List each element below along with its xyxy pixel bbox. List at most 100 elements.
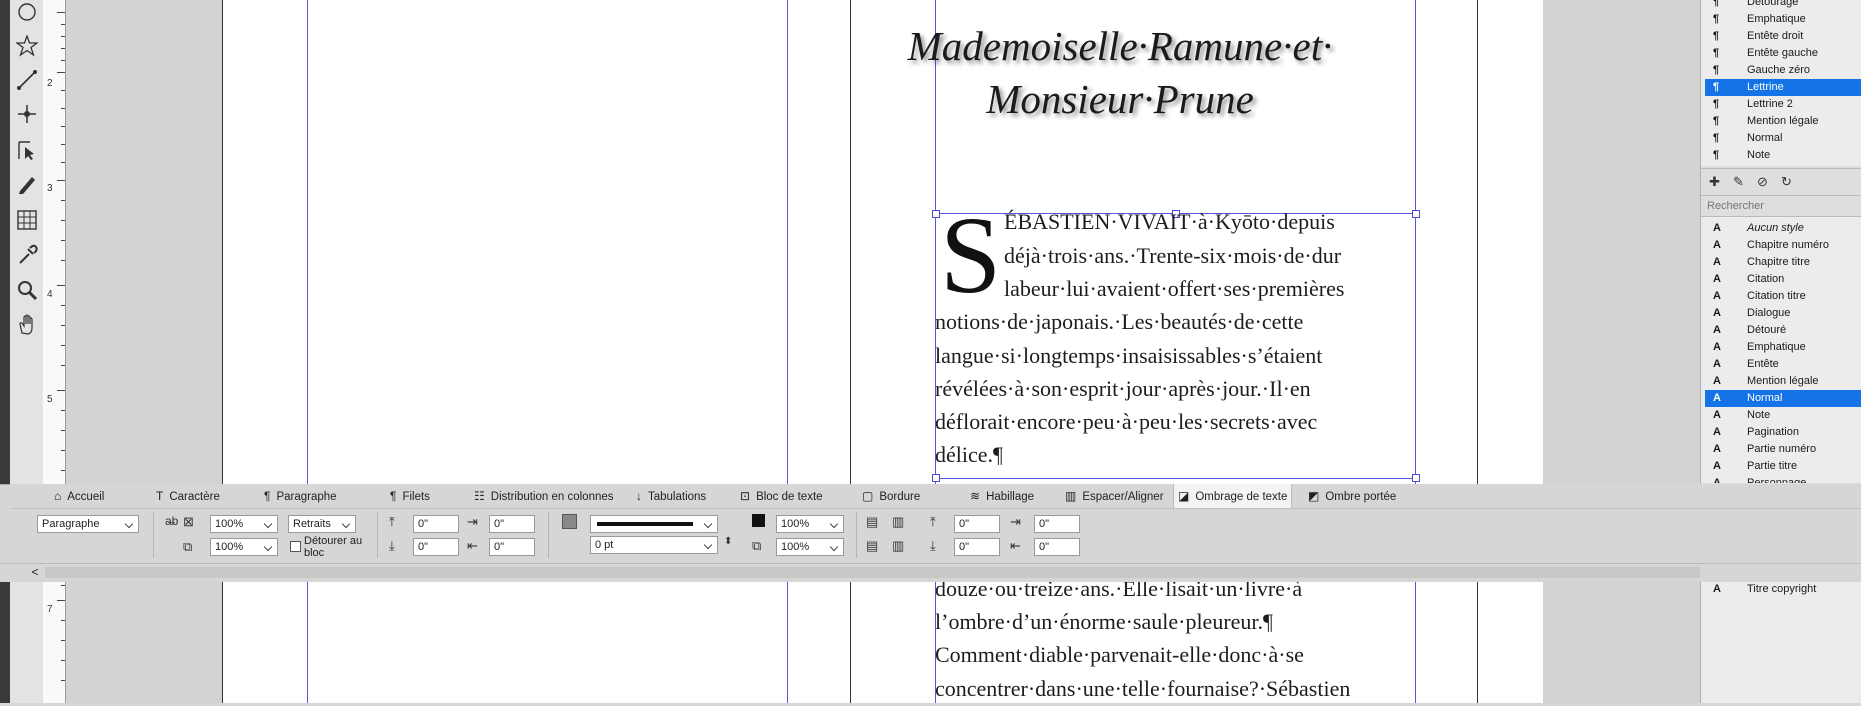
shade-left-input[interactable]: 0" <box>1034 515 1080 533</box>
text-line: délice.¶ <box>935 442 1003 467</box>
tint-field-1[interactable]: 100% <box>776 515 844 533</box>
document-title[interactable]: Mademoiselle·Ramune·et· Monsieur·Prune <box>855 20 1385 126</box>
direct-selection-tool-icon[interactable] <box>15 138 39 162</box>
tab-ombre-portee[interactable]: ◩ Ombre portée <box>1308 484 1396 508</box>
align-text-icon[interactable]: ▤ <box>866 538 878 554</box>
fill-color-swatch[interactable] <box>752 514 765 527</box>
text-line: déjà·trois·ans.·Trente-six·mois·de·dur <box>1004 243 1342 268</box>
text-color-icon[interactable]: a̶b <box>165 514 178 528</box>
frame-handle[interactable] <box>1412 474 1420 482</box>
scale-icon[interactable]: ⧉ <box>183 539 192 555</box>
paragraph-style-item[interactable]: ¶ Normal <box>1705 130 1861 147</box>
tab-bordure[interactable]: ▢ Bordure <box>862 484 920 508</box>
character-style-item[interactable]: A Personnage <box>1705 475 1861 483</box>
align-frame-icon[interactable]: ▥ <box>892 538 904 554</box>
scroll-left-button[interactable]: < <box>28 564 42 580</box>
clip-to-frame-checkbox[interactable] <box>290 541 301 552</box>
paragraph-style-item[interactable]: ¶ Mention légale <box>1705 113 1861 130</box>
paragraph-style-item[interactable]: ¶ Détourage <box>1705 0 1861 11</box>
offset-top-input[interactable]: 0" <box>413 515 459 533</box>
tab-caractere[interactable]: T Caractère <box>156 484 220 508</box>
shade-color-swatch[interactable] <box>562 514 577 529</box>
scale-field-2[interactable]: 100% <box>210 538 278 556</box>
tab-accueil[interactable]: ⌂ Accueil <box>54 484 104 508</box>
styles-panel-toolbar: ✚ ✎ ⊘ ↻ <box>1701 168 1861 196</box>
tint-field-2[interactable]: 100% <box>776 538 844 556</box>
align-block-icon[interactable]: ▤ <box>866 514 878 530</box>
character-style-item[interactable]: A Citation <box>1705 271 1861 288</box>
hand-tool-icon[interactable] <box>15 312 39 336</box>
character-style-item[interactable]: A Partie titre <box>1705 458 1861 475</box>
clear-style-icon[interactable]: ⊘ <box>1757 174 1768 190</box>
character-style-item-selected[interactable]: A Normal <box>1705 390 1861 407</box>
tab-espacer-aligner[interactable]: ▥ Espacer/Aligner <box>1065 484 1164 508</box>
paragraph-style-item[interactable]: ¶ Note <box>1705 147 1861 164</box>
character-style-item[interactable]: A Emphatique <box>1705 339 1861 356</box>
offset-top-icon: ⤒ <box>930 514 936 529</box>
indent-mode-dropdown[interactable]: Retraits <box>288 515 356 533</box>
style-search-input[interactable] <box>1705 197 1859 215</box>
line-tool-icon[interactable] <box>15 68 39 92</box>
character-style-item[interactable]: A Partie numéro <box>1705 441 1861 458</box>
character-style-item[interactable]: A Note <box>1705 407 1861 424</box>
paragraph-style-item[interactable]: ¶ Gauche zéro <box>1705 62 1861 79</box>
character-style-item[interactable]: A Aucun style <box>1705 220 1861 237</box>
frame-handle[interactable] <box>932 474 940 482</box>
offset-bottom-icon: ⤓ <box>930 538 936 553</box>
ruler-number: 7 <box>47 604 53 615</box>
horizontal-scrollbar[interactable] <box>45 567 1700 578</box>
text-line: révélées·à·son·esprit·jour·après·jour.·I… <box>935 376 1311 401</box>
character-style-item[interactable]: A Dialogue <box>1705 305 1861 322</box>
character-style-item[interactable]: A Titre copyright <box>1705 581 1861 598</box>
offset-bottom-input[interactable]: 0" <box>413 538 459 556</box>
character-style-item[interactable]: A Chapitre numéro <box>1705 237 1861 254</box>
brush-icon[interactable]: ✎ <box>1733 174 1744 190</box>
tab-filets[interactable]: ¶ Filets <box>390 484 430 508</box>
tab-habillage[interactable]: ≋ Habillage <box>970 484 1034 508</box>
scale-field-1[interactable]: 100% <box>210 515 278 533</box>
tab-bloc-de-texte[interactable]: ⊡ Bloc de texte <box>740 484 823 508</box>
character-style-item[interactable]: A Entête <box>1705 356 1861 373</box>
character-style-item[interactable]: A Pagination <box>1705 424 1861 441</box>
tab-ombrage-de-texte[interactable]: ◪ Ombrage de texte <box>1173 484 1293 508</box>
paragraph-style-item[interactable]: ¶ Lettrine 2 <box>1705 96 1861 113</box>
paragraph-style-item[interactable]: ¶ Entête droit <box>1705 28 1861 45</box>
tab-tabulations[interactable]: ↓ Tabulations <box>636 484 706 508</box>
eyedropper-tool-icon[interactable] <box>15 243 39 267</box>
space-before-icon: ⤒ <box>389 514 395 529</box>
align-column-icon[interactable]: ▥ <box>892 514 904 530</box>
character-style-item[interactable]: A Mention légale <box>1705 373 1861 390</box>
paragraph-style-item[interactable]: ¶ Entête gauche <box>1705 45 1861 62</box>
text-line: l’ombre·d’un·énorme·saule·pleureur.¶ <box>935 609 1273 634</box>
control-tabbar: ⌂ Accueil T Caractère ¶ Paragraphe ¶ Filets … <box>10 484 1861 509</box>
frame-handle[interactable] <box>932 210 940 218</box>
stroke-style-dropdown[interactable] <box>590 515 718 533</box>
offset-right-input[interactable]: 0" <box>489 538 535 556</box>
star-tool-icon[interactable] <box>15 34 39 58</box>
shade-bottom-input[interactable]: 0" <box>954 538 1000 556</box>
refresh-icon[interactable]: ↻ <box>1781 174 1792 190</box>
stroke-weight-dropdown[interactable]: 0 pt <box>590 536 718 554</box>
ellipse-tool-icon[interactable] <box>15 0 39 24</box>
pen-anchor-tool-icon[interactable] <box>15 102 39 126</box>
paragraph-style-item-selected[interactable]: ¶ Lettrine <box>1705 79 1861 96</box>
no-fill-icon[interactable]: ⊠ <box>183 514 194 530</box>
text-line: concentrer·dans·une·telle·fournaise?·Séb… <box>935 676 1351 701</box>
character-style-item[interactable]: A Chapitre titre <box>1705 254 1861 271</box>
offset-left-input[interactable]: 0" <box>489 515 535 533</box>
paragraph-style-item[interactable]: ¶ Emphatique <box>1705 11 1861 28</box>
zoom-tool-icon[interactable] <box>15 278 39 302</box>
shade-right-input[interactable]: 0" <box>1034 538 1080 556</box>
tab-paragraphe[interactable]: ¶ Paragraphe <box>264 484 337 508</box>
shade-top-input[interactable]: 0" <box>954 515 1000 533</box>
toolbox <box>10 0 43 703</box>
table-tool-icon[interactable] <box>15 208 39 232</box>
tab-distribution-colonnes[interactable]: ☷ Distribution en colonnes <box>474 484 614 508</box>
mode-dropdown[interactable]: Paragraphe <box>37 515 139 533</box>
character-style-item[interactable]: A Citation titre <box>1705 288 1861 305</box>
character-style-item[interactable]: A Détouré <box>1705 322 1861 339</box>
pencil-tool-icon[interactable] <box>15 172 39 196</box>
ruler-number: 4 <box>47 289 53 300</box>
stepper-icon[interactable]: ⬍ <box>724 536 732 547</box>
new-style-icon[interactable]: ✚ <box>1709 174 1720 190</box>
